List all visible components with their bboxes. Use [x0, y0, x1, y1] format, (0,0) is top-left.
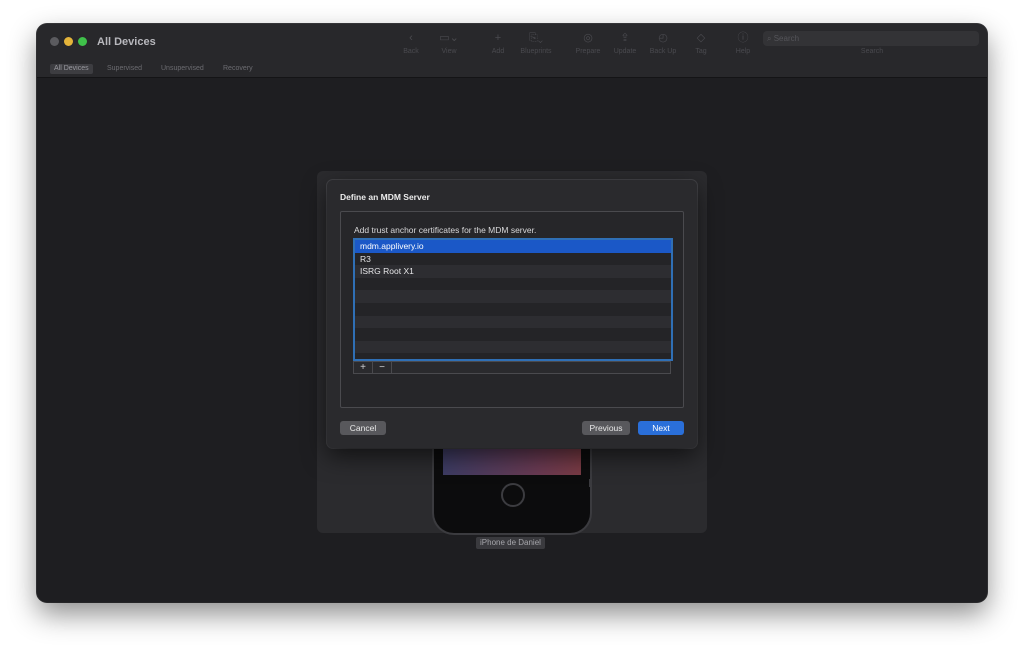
certificate-row[interactable]: ISRG Root X1	[355, 265, 671, 278]
window-title: All Devices	[97, 36, 156, 48]
empty-row	[355, 328, 671, 341]
toolbar-view-button[interactable]: ▭⌄ View	[429, 30, 469, 56]
prepare-icon: ◎	[583, 32, 593, 44]
instruction-text: Add trust anchor certificates for the MD…	[354, 225, 537, 235]
segment-recovery[interactable]: Recovery	[219, 64, 257, 74]
segment-all-devices[interactable]: All Devices	[50, 64, 93, 74]
backup-icon: ◴	[658, 32, 668, 44]
home-button-icon	[501, 483, 525, 507]
blueprints-icon: ⎘⌄	[529, 32, 543, 44]
toolbar-back-button[interactable]: ‹ Back	[391, 30, 431, 56]
sheet-title: Define an MDM Server	[340, 192, 430, 202]
toolbar-update-button[interactable]: ⇪ Update	[605, 30, 645, 56]
phone-side-button	[589, 479, 592, 487]
certificate-row[interactable]: mdm.applivery.io	[355, 240, 671, 253]
toolbar-backup-button[interactable]: ◴ Back Up	[643, 30, 683, 56]
toolbar-tag-button[interactable]: ◇ Tag	[681, 30, 721, 56]
toolbar-back-label: Back	[403, 48, 419, 55]
certificates-group: Add trust anchor certificates for the MD…	[340, 211, 684, 408]
search-input[interactable]: ⌕ Search	[763, 31, 979, 46]
remove-certificate-button[interactable]: −	[373, 362, 392, 373]
previous-button[interactable]: Previous	[582, 421, 630, 435]
title-bar: All Devices ‹ Back ▭⌄ View + Add ⎘⌄ Blue…	[37, 24, 987, 78]
close-window-button[interactable]	[50, 37, 59, 46]
empty-row	[355, 290, 671, 303]
next-button[interactable]: Next	[638, 421, 684, 435]
chevron-left-icon: ‹	[409, 32, 413, 44]
zoom-window-button[interactable]	[78, 37, 87, 46]
search-icon: ⌕	[767, 34, 772, 43]
iphone-image[interactable]	[432, 447, 592, 535]
toolbar-view-label: View	[441, 48, 457, 55]
toolbar-help-label: Help	[735, 48, 751, 55]
toolbar-blueprints-label: Blueprints	[520, 48, 552, 55]
empty-row	[355, 277, 671, 291]
toolbar-prepare-label: Prepare	[575, 48, 601, 55]
view-rectangle-icon: ▭⌄	[439, 32, 459, 44]
empty-row	[355, 302, 671, 316]
empty-row	[355, 353, 671, 359]
search-label: Search	[860, 48, 884, 55]
toolbar-tag-label: Tag	[695, 48, 707, 55]
help-icon: ⓘ	[737, 32, 749, 44]
segment-unsupervised[interactable]: Unsupervised	[157, 64, 208, 74]
toolbar-help-button[interactable]: ⓘ Help	[723, 30, 763, 56]
plus-icon: +	[494, 32, 502, 44]
certificate-row[interactable]: R3	[355, 252, 671, 266]
empty-row	[355, 340, 671, 354]
toolbar-update-label: Update	[613, 48, 637, 55]
empty-row	[355, 315, 671, 329]
cancel-button[interactable]: Cancel	[340, 421, 386, 435]
list-button-bar: + −	[353, 361, 671, 374]
device-name-label[interactable]: iPhone de Daniel	[476, 537, 545, 549]
toolbar-blueprints-button[interactable]: ⎘⌄ Blueprints	[516, 30, 556, 56]
define-mdm-server-sheet: Define an MDM Server Add trust anchor ce…	[327, 180, 697, 448]
add-certificate-button[interactable]: +	[354, 362, 373, 373]
certificate-list[interactable]: mdm.applivery.io R3 ISRG Root X1	[353, 238, 673, 361]
toolbar-backup-label: Back Up	[649, 48, 677, 55]
toolbar-prepare-button[interactable]: ◎ Prepare	[568, 30, 608, 56]
phone-screen	[443, 447, 581, 475]
toolbar-add-button[interactable]: + Add	[478, 30, 518, 56]
tag-icon: ◇	[696, 32, 706, 44]
search-placeholder: Search	[773, 34, 800, 43]
update-icon: ⇪	[620, 32, 630, 44]
toolbar-add-label: Add	[491, 48, 505, 55]
minimize-window-button[interactable]	[64, 37, 73, 46]
segment-supervised[interactable]: Supervised	[103, 64, 146, 74]
